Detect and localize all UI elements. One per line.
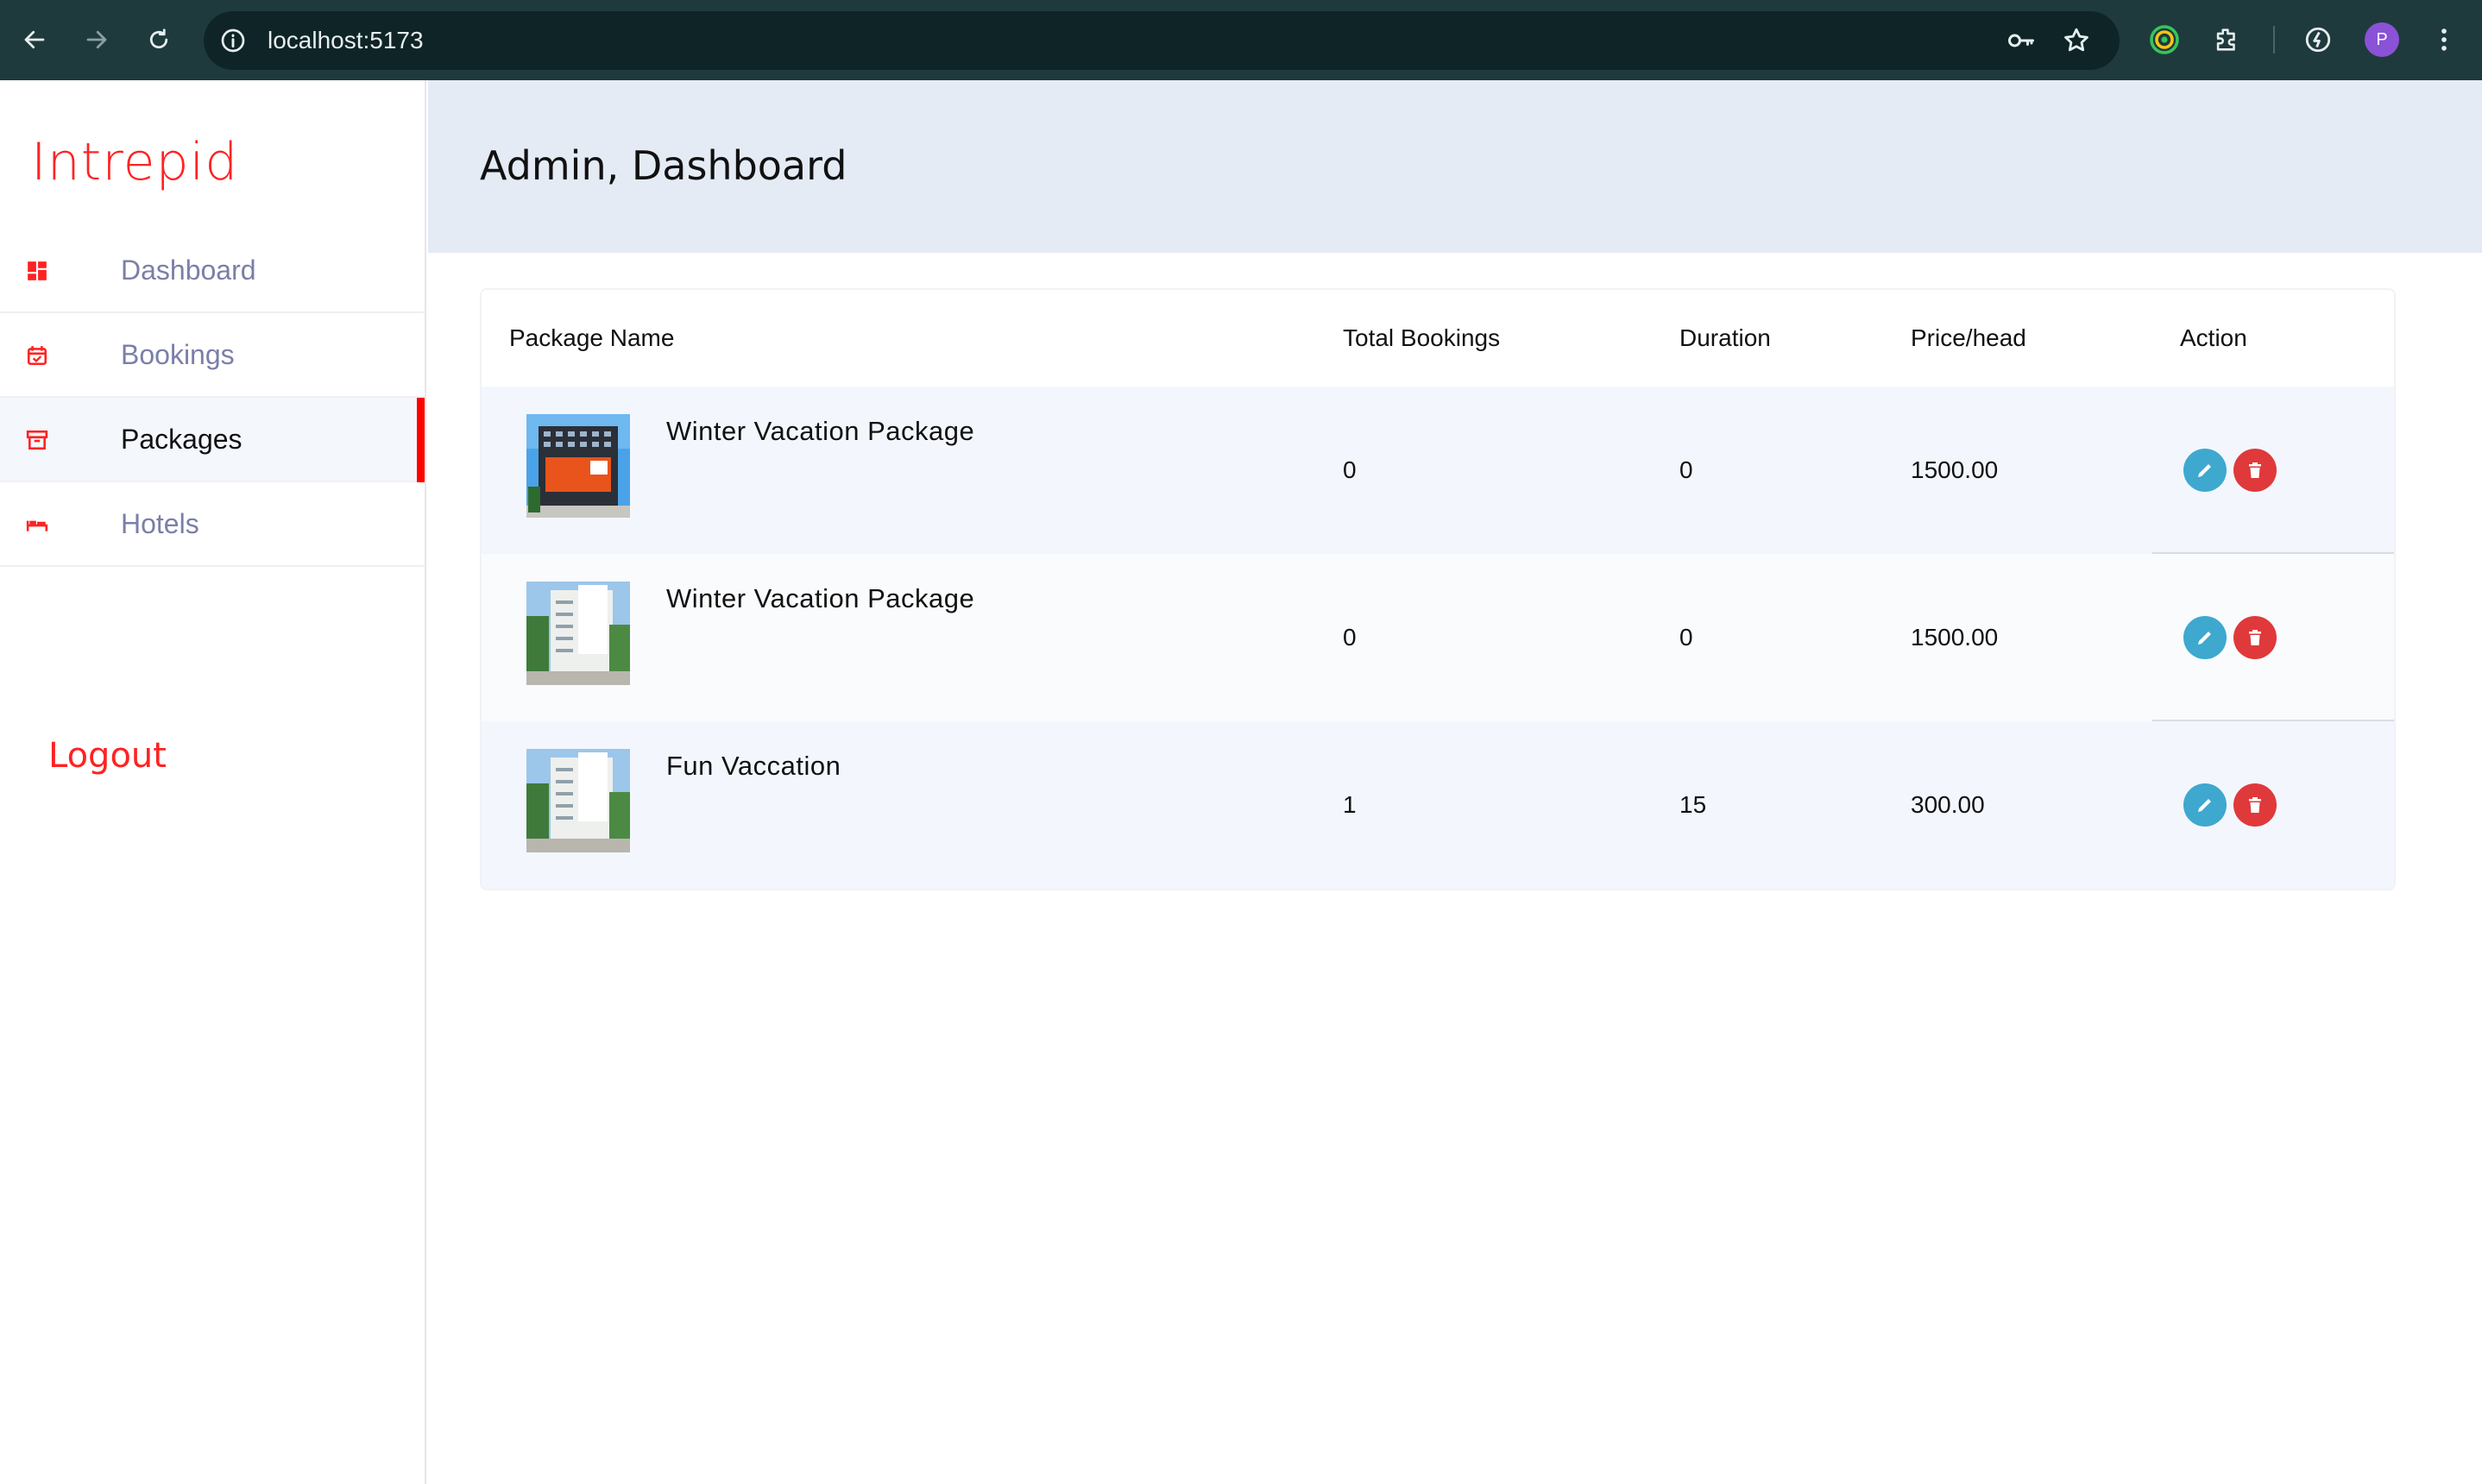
delete-button[interactable] bbox=[2233, 449, 2277, 492]
password-key-icon[interactable] bbox=[2004, 23, 2038, 58]
total-bookings: 1 bbox=[1343, 791, 1357, 818]
package-thumbnail bbox=[526, 582, 630, 685]
edit-button[interactable] bbox=[2183, 783, 2227, 827]
price-per-head: 1500.00 bbox=[1911, 624, 1999, 651]
delete-button[interactable] bbox=[2233, 783, 2277, 827]
sidebar-item-packages[interactable]: Packages bbox=[0, 398, 425, 482]
trash-icon bbox=[2249, 462, 2261, 478]
total-bookings: 0 bbox=[1343, 456, 1357, 483]
trash-icon bbox=[2249, 797, 2261, 813]
package-name: Winter Vacation Package bbox=[666, 416, 975, 446]
table-row[interactable]: Winter Vacation Package 0 0 1500.00 bbox=[482, 554, 2394, 721]
column-header-duration[interactable]: Duration bbox=[1679, 290, 1771, 387]
duration: 0 bbox=[1679, 456, 1693, 483]
logout-button[interactable]: Logout bbox=[48, 736, 167, 776]
sidebar-item-label: Dashboard bbox=[121, 254, 256, 286]
table-header: Package Name Total Bookings Duration Pri… bbox=[482, 290, 2394, 387]
sidebar-item-bookings[interactable]: Bookings bbox=[0, 313, 425, 398]
duration: 15 bbox=[1679, 791, 1707, 818]
extensions-puzzle-icon[interactable] bbox=[2206, 19, 2247, 60]
reload-icon[interactable] bbox=[136, 17, 181, 62]
sidebar-item-hotels[interactable]: Hotels bbox=[0, 482, 425, 567]
dashboard-icon bbox=[28, 261, 47, 280]
pencil-icon bbox=[2198, 632, 2211, 645]
sidebar: Intrepid Dashboard Bookings Packages Hot… bbox=[0, 80, 426, 1484]
forward-arrow-icon[interactable] bbox=[74, 17, 119, 62]
price-per-head: 300.00 bbox=[1911, 791, 1985, 818]
package-name: Winter Vacation Package bbox=[666, 583, 975, 613]
address-bar[interactable]: localhost:5173 bbox=[204, 11, 2120, 70]
column-header-action: Action bbox=[2180, 324, 2247, 351]
toolbar-divider bbox=[2273, 26, 2275, 53]
page-header: Admin, Dashboard bbox=[428, 80, 2482, 253]
column-header-price[interactable]: Price/head bbox=[1911, 290, 2026, 387]
site-info-icon[interactable] bbox=[216, 23, 250, 58]
browser-toolbar: localhost:5173 P bbox=[0, 0, 2482, 80]
pencil-icon bbox=[2198, 464, 2211, 477]
pencil-icon bbox=[2198, 799, 2211, 812]
package-thumbnail bbox=[526, 414, 630, 518]
back-arrow-icon[interactable] bbox=[12, 17, 57, 62]
archive-box-icon bbox=[26, 430, 48, 450]
table-row[interactable]: Fun Vaccation 1 15 300.00 bbox=[482, 721, 2394, 889]
page-title: Admin, Dashboard bbox=[480, 142, 847, 189]
package-thumbnail bbox=[526, 749, 630, 852]
edit-button[interactable] bbox=[2183, 616, 2227, 659]
total-bookings: 0 bbox=[1343, 624, 1357, 651]
profile-avatar[interactable]: P bbox=[2365, 22, 2399, 57]
sidebar-item-label: Bookings bbox=[121, 338, 235, 370]
trash-icon bbox=[2249, 630, 2261, 645]
column-header-total-bookings[interactable]: Total Bookings bbox=[1343, 290, 1500, 387]
sidebar-menu: Dashboard Bookings Packages Hotels bbox=[0, 229, 425, 567]
sidebar-item-dashboard[interactable]: Dashboard bbox=[0, 229, 425, 313]
sidebar-item-label: Packages bbox=[121, 423, 243, 455]
edit-button[interactable] bbox=[2183, 449, 2227, 492]
browser-menu-icon[interactable] bbox=[2423, 19, 2465, 60]
package-name: Fun Vaccation bbox=[666, 751, 841, 781]
bookmark-star-icon[interactable] bbox=[2059, 23, 2094, 58]
calendar-check-icon bbox=[27, 346, 47, 366]
packages-table: Package Name Total Bookings Duration Pri… bbox=[480, 288, 2396, 890]
bed-icon bbox=[26, 520, 48, 531]
brand-logo[interactable]: Intrepid bbox=[31, 132, 238, 192]
duration: 0 bbox=[1679, 624, 1693, 651]
url-text: localhost:5173 bbox=[268, 27, 424, 53]
delete-button[interactable] bbox=[2233, 616, 2277, 659]
extension-target-icon[interactable] bbox=[2144, 19, 2185, 60]
price-per-head: 1500.00 bbox=[1911, 456, 1999, 483]
sidebar-item-label: Hotels bbox=[121, 507, 199, 539]
column-header-package-name[interactable]: Package Name bbox=[509, 290, 674, 387]
performance-icon[interactable] bbox=[2297, 19, 2339, 60]
table-row[interactable]: Winter Vacation Package 0 0 1500.00 bbox=[482, 387, 2394, 554]
